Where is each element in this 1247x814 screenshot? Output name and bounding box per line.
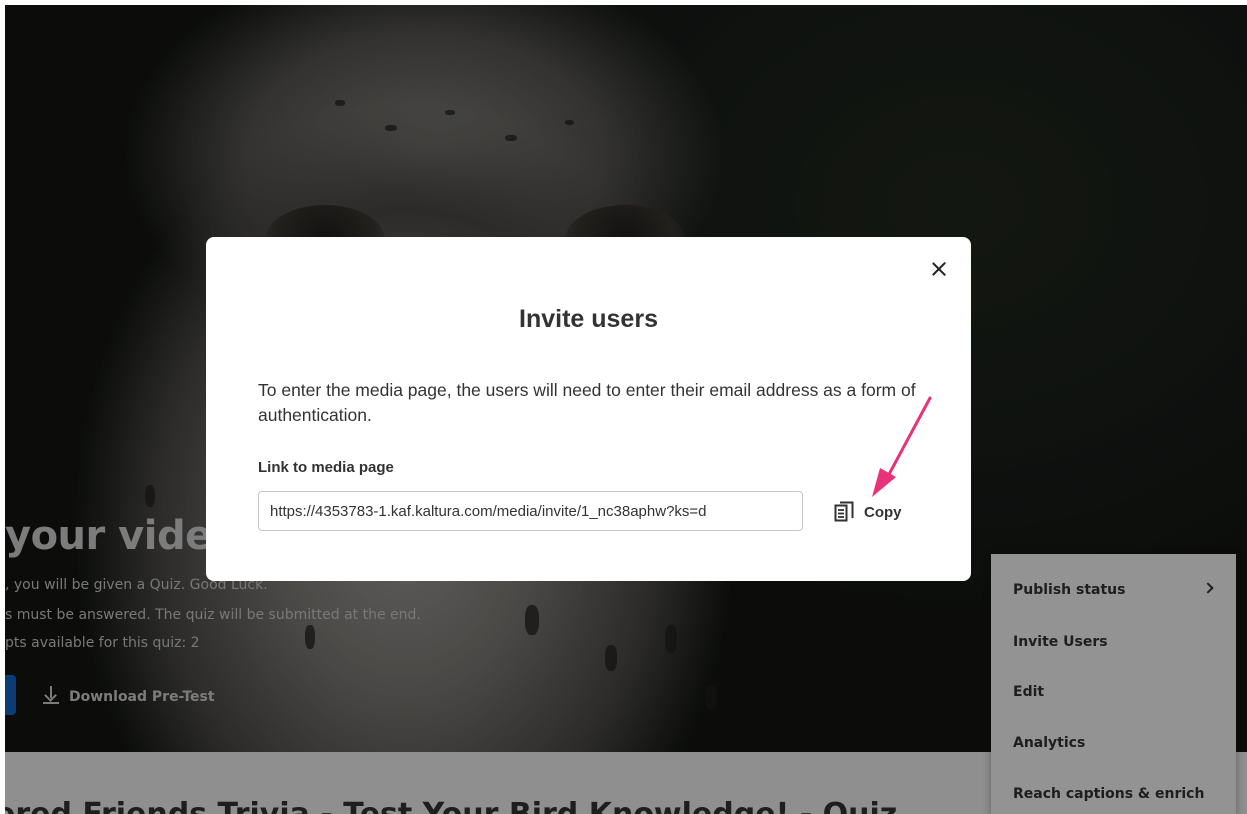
menu-item-edit[interactable]: Edit [1013, 684, 1044, 700]
dialog-description: To enter the media page, the users will … [258, 380, 916, 425]
invite-users-dialog: Invite users To enter the media page, th… [206, 237, 971, 581]
link-field-label: Link to media page [258, 459, 394, 476]
chevron-right-icon [1202, 582, 1214, 594]
menu-item-reach-captions[interactable]: Reach captions & enrich [1013, 786, 1204, 802]
menu-item-invite-users[interactable]: Invite Users [1013, 634, 1108, 650]
menu-item-analytics[interactable]: Analytics [1013, 735, 1085, 751]
dialog-title: Invite users [519, 305, 658, 333]
close-icon[interactable] [928, 258, 950, 280]
menu-item-publish-status[interactable]: Publish status [1013, 582, 1126, 598]
media-link-input[interactable] [258, 491, 803, 531]
copy-label: Copy [864, 503, 902, 521]
copy-icon [834, 501, 854, 522]
copy-button[interactable]: Copy [834, 497, 902, 527]
actions-menu: Publish status Invite Users Edit Analyti… [991, 554, 1236, 814]
